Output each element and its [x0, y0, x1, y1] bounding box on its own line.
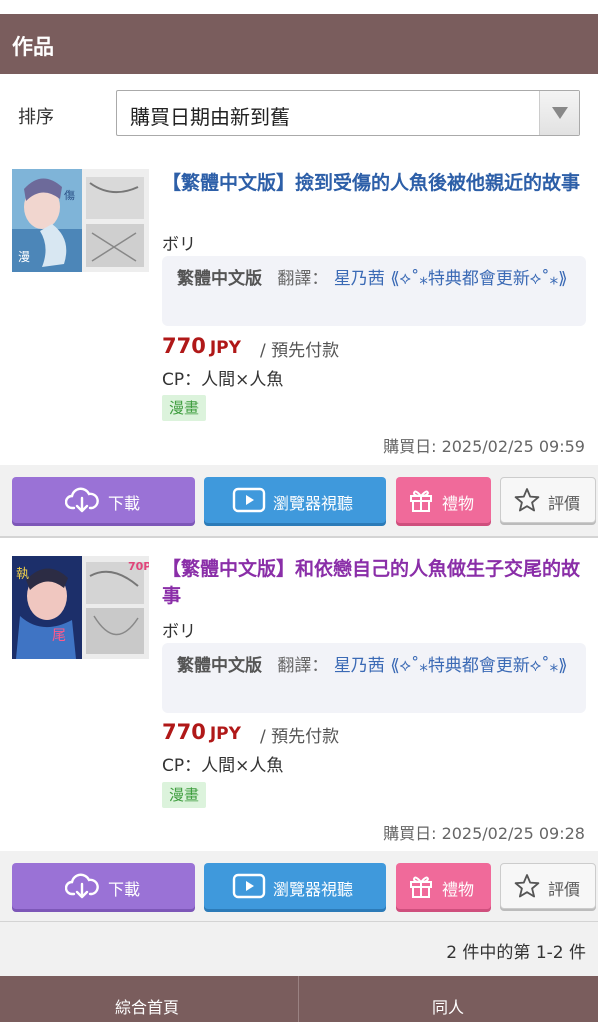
footer-separator	[298, 976, 299, 1022]
purchase-date: 購買日: 2025/02/25 09:28	[383, 824, 585, 843]
translation-label: 翻譯：	[277, 269, 329, 289]
top-strip	[0, 0, 598, 14]
gift-icon	[410, 490, 432, 512]
price-value: 770	[162, 334, 206, 358]
rate-button-label: 評價	[548, 494, 581, 513]
sort-row: 排序 購買日期由新到舊	[0, 74, 598, 158]
star-icon	[514, 874, 540, 898]
cp-pairing: CP：人間×人魚	[162, 370, 284, 390]
browser-view-button-label: 瀏覽器視聽	[273, 494, 354, 513]
rate-button[interactable]: 評價	[500, 477, 596, 523]
author-name[interactable]: ボリ	[162, 230, 196, 255]
action-button-row: 下載 瀏覽器視聽 禮物 評價	[0, 465, 598, 537]
play-icon	[232, 487, 266, 513]
list-item: 傷 漫 【繁體中文版】撿到受傷的人魚後被他親近的故事 ボリ 繁體中文版 翻譯： …	[0, 158, 598, 465]
action-button-row: 下載 瀏覽器視聽 禮物 評價	[0, 851, 598, 923]
download-button[interactable]: 下載	[12, 477, 195, 523]
browser-view-button[interactable]: 瀏覽器視聽	[204, 863, 386, 909]
price-currency: JPY	[209, 338, 241, 358]
gift-button[interactable]: 禮物	[396, 863, 491, 909]
translation-language: 繁體中文版	[177, 269, 262, 289]
browser-view-button-label: 瀏覽器視聽	[273, 880, 354, 899]
gift-icon	[410, 876, 432, 898]
footer-doujin-link[interactable]: 同人	[432, 994, 464, 1018]
svg-text:傷: 傷	[64, 188, 75, 202]
work-cover-thumbnail[interactable]: 執 尾 70P	[12, 556, 149, 659]
cp-pairing: CP：人間×人魚	[162, 756, 284, 776]
svg-text:漫: 漫	[18, 250, 30, 264]
browser-view-button[interactable]: 瀏覽器視聽	[204, 477, 386, 523]
work-cover-thumbnail[interactable]: 傷 漫	[12, 169, 149, 272]
price: 770 JPY	[162, 334, 241, 358]
play-icon	[232, 873, 266, 899]
page-header: 作品	[0, 14, 598, 74]
translator-link[interactable]: 星乃茜 ⟪⟡˚⁎特典都會更新⟡˚⁎⟫	[334, 269, 568, 289]
work-title[interactable]: 【繁體中文版】撿到受傷的人魚後被他親近的故事	[162, 170, 582, 197]
gift-button-label: 禮物	[442, 494, 475, 513]
download-button[interactable]: 下載	[12, 863, 195, 909]
sort-selected-value: 購買日期由新到舊	[130, 105, 290, 129]
page-title: 作品	[12, 35, 54, 59]
translation-language: 繁體中文版	[177, 656, 262, 676]
star-icon	[514, 488, 540, 512]
translation-info: 繁體中文版 翻譯： 星乃茜 ⟪⟡˚⁎特典都會更新⟡˚⁎⟫	[162, 256, 586, 326]
rate-button[interactable]: 評價	[500, 863, 596, 909]
svg-text:70P: 70P	[128, 560, 149, 573]
cloud-download-icon	[65, 873, 99, 899]
genre-tag[interactable]: 漫畫	[162, 395, 207, 421]
price-currency: JPY	[209, 724, 241, 744]
download-button-label: 下載	[108, 880, 141, 899]
gift-button-label: 禮物	[442, 880, 475, 899]
download-button-label: 下載	[108, 494, 141, 513]
price-note: / 預先付款	[260, 727, 340, 747]
svg-text:執: 執	[16, 566, 29, 582]
footer-home-link[interactable]: 綜合首頁	[115, 994, 179, 1018]
genre-tag[interactable]: 漫畫	[162, 782, 207, 808]
gift-button[interactable]: 禮物	[396, 477, 491, 523]
author-name[interactable]: ボリ	[162, 617, 196, 642]
sort-select[interactable]: 購買日期由新到舊	[116, 90, 580, 136]
svg-text:尾: 尾	[52, 628, 66, 644]
cloud-download-icon	[65, 487, 99, 513]
pagination-text: 2 件中的第 1-2 件	[446, 943, 586, 963]
dropdown-arrow-icon[interactable]	[539, 91, 579, 135]
list-item: 執 尾 70P 【繁體中文版】和依戀自己的人魚做生子交尾的故事 ボリ 繁體中文版…	[0, 538, 598, 851]
translation-info: 繁體中文版 翻譯： 星乃茜 ⟪⟡˚⁎特典都會更新⟡˚⁎⟫	[162, 643, 586, 713]
purchase-date: 購買日: 2025/02/25 09:59	[383, 437, 585, 456]
translator-link[interactable]: 星乃茜 ⟪⟡˚⁎特典都會更新⟡˚⁎⟫	[334, 656, 568, 676]
footer-nav: 綜合首頁 同人	[0, 976, 598, 1022]
price-value: 770	[162, 720, 206, 744]
price-note: / 預先付款	[260, 341, 340, 361]
sort-label: 排序	[18, 107, 54, 128]
price: 770 JPY	[162, 720, 241, 744]
translation-label: 翻譯：	[277, 656, 329, 676]
rate-button-label: 評價	[548, 880, 581, 899]
work-title[interactable]: 【繁體中文版】和依戀自己的人魚做生子交尾的故事	[162, 556, 582, 610]
pagination-info: 2 件中的第 1-2 件	[0, 922, 598, 976]
